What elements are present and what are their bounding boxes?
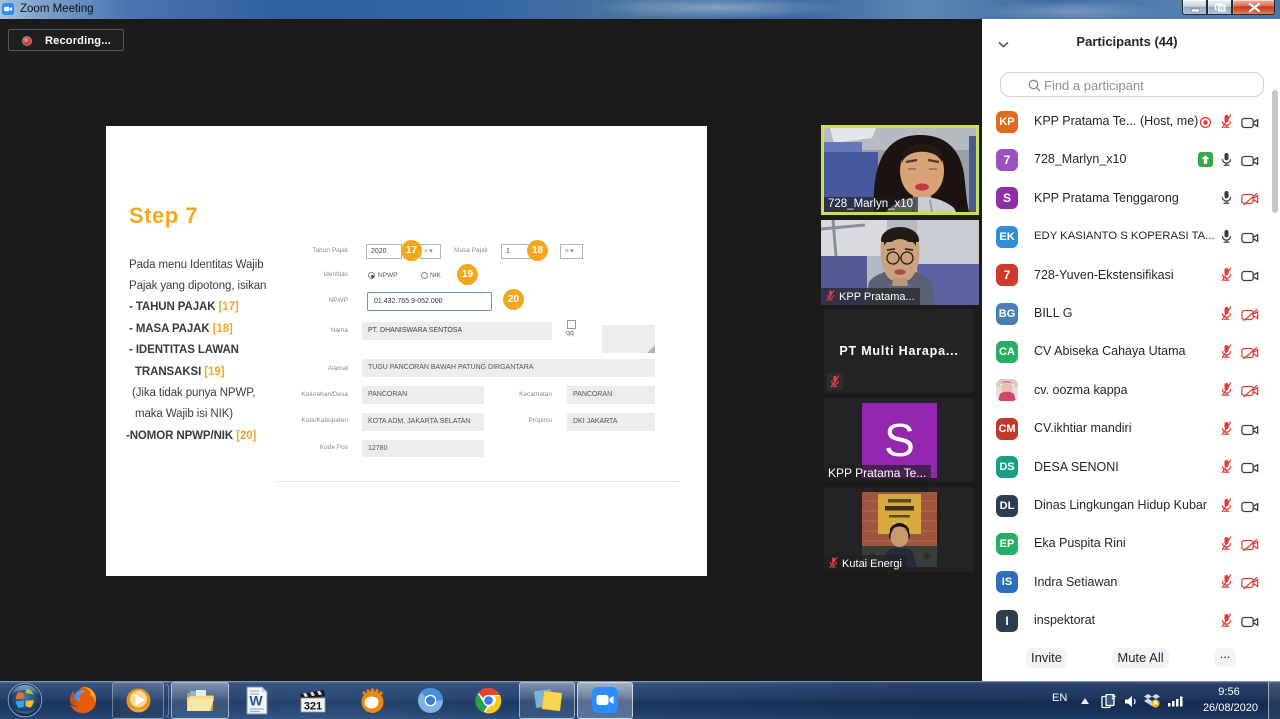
svg-text:321: 321 — [304, 701, 322, 713]
svg-text:W: W — [249, 693, 263, 709]
